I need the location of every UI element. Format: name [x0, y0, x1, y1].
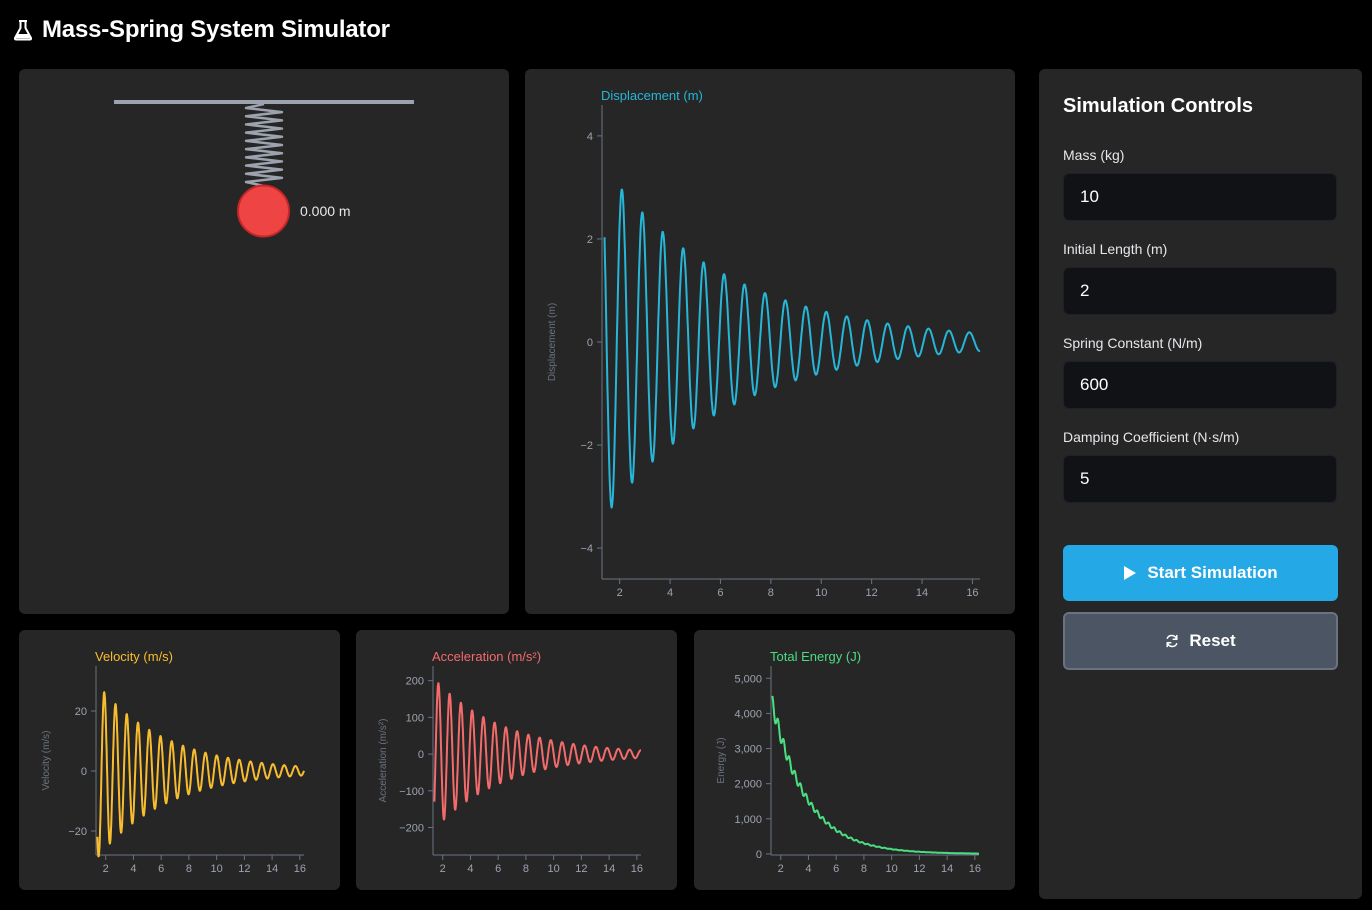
x-tick-label: 6 — [158, 863, 164, 875]
x-tick-label: 14 — [916, 587, 928, 599]
mass-input[interactable] — [1063, 173, 1337, 221]
x-tick-label: 2 — [103, 863, 109, 875]
y-tick-label: 5,000 — [734, 673, 762, 685]
play-icon — [1124, 566, 1137, 580]
reset-button[interactable]: Reset — [1063, 612, 1338, 670]
y-tick-label: −2 — [580, 440, 593, 452]
energy-chart-panel: Total Energy (J) Energy (J) 0 1,000 2,000 3,0… — [694, 630, 1015, 890]
x-tick-label: 2 — [617, 587, 623, 599]
y-tick-label: 0 — [418, 749, 424, 761]
x-tick-label: 10 — [211, 863, 223, 875]
y-tick-label: 0 — [81, 766, 87, 778]
y-tick-label: 20 — [75, 706, 87, 718]
displacement-readout: 0.000 m — [300, 203, 351, 219]
y-axis-label: Energy (J) — [716, 737, 727, 783]
x-tick-label: 6 — [833, 863, 839, 875]
acceleration-chart-panel: Acceleration (m/s²) Acceleration (m/s²) −2… — [356, 630, 677, 890]
initial-length-input[interactable] — [1063, 267, 1337, 315]
x-tick-label: 4 — [467, 863, 473, 875]
y-tick-label: 0 — [756, 849, 762, 861]
x-tick-label: 6 — [495, 863, 501, 875]
x-tick-label: 16 — [969, 863, 981, 875]
mass-ball[interactable] — [237, 184, 290, 238]
reset-label: Reset — [1189, 631, 1236, 650]
controls-heading: Simulation Controls — [1063, 95, 1253, 117]
animation-panel: 0.000 m — [19, 69, 509, 614]
series-line — [433, 682, 642, 821]
x-tick-label: 8 — [523, 863, 529, 875]
x-tick-label: 2 — [778, 863, 784, 875]
x-tick-label: 12 — [866, 587, 878, 599]
chart-title: Acceleration (m/s²) — [432, 649, 541, 664]
refresh-icon — [1166, 634, 1178, 648]
y-tick-label: 4 — [587, 131, 593, 143]
simulation-controls-panel: Simulation Controls Mass (kg) Initial Le… — [1039, 69, 1362, 899]
y-axis-label: Velocity (m/s) — [41, 730, 52, 790]
spring-constant-label: Spring Constant (N/m) — [1063, 335, 1203, 351]
y-tick-label: 4,000 — [734, 708, 762, 720]
spring-coil — [244, 102, 284, 188]
x-tick-label: 16 — [631, 863, 643, 875]
x-tick-label: 14 — [941, 863, 953, 875]
y-tick-label: 200 — [406, 676, 424, 688]
x-tick-label: 16 — [966, 587, 978, 599]
y-axis-label: Acceleration (m/s²) — [378, 719, 389, 803]
chart-title: Displacement (m) — [601, 88, 703, 103]
y-tick-label: 3,000 — [734, 744, 762, 756]
spring-animation: 0.000 m — [114, 100, 414, 238]
start-simulation-label: Start Simulation — [1147, 563, 1278, 582]
series-line — [96, 691, 305, 858]
x-tick-label: 8 — [186, 863, 192, 875]
initial-length-label: Initial Length (m) — [1063, 241, 1168, 257]
energy-chart: Total Energy (J) Energy (J) 0 1,000 2,000 3,0… — [716, 649, 981, 875]
x-tick-label: 10 — [548, 863, 560, 875]
x-tick-label: 14 — [603, 863, 615, 875]
x-tick-label: 12 — [913, 863, 925, 875]
app-title-text: Mass-Spring System Simulator — [42, 16, 390, 43]
displacement-chart: Displacement (m) Displacement (m) −4 −2 0 2 4 2… — [547, 88, 981, 599]
x-tick-label: 8 — [861, 863, 867, 875]
acceleration-chart: Acceleration (m/s²) Acceleration (m/s²) −2… — [378, 649, 643, 875]
x-tick-label: 4 — [130, 863, 136, 875]
spring-constant-input[interactable] — [1063, 361, 1337, 409]
x-tick-label: 4 — [667, 587, 673, 599]
y-axis-label: Displacement (m) — [547, 303, 558, 381]
app-title: Mass-Spring System Simulator — [12, 14, 390, 46]
series-line — [771, 695, 980, 855]
y-tick-label: 0 — [587, 337, 593, 349]
damping-label: Damping Coefficient (N·s/m) — [1063, 429, 1240, 445]
y-tick-label: 2,000 — [734, 779, 762, 791]
x-tick-label: 10 — [815, 587, 827, 599]
flask-icon — [13, 20, 33, 41]
x-tick-label: 4 — [805, 863, 811, 875]
x-tick-label: 8 — [768, 587, 774, 599]
x-tick-label: 12 — [575, 863, 587, 875]
start-simulation-button[interactable]: Start Simulation — [1063, 545, 1338, 601]
x-tick-label: 16 — [294, 863, 306, 875]
x-tick-label: 14 — [266, 863, 278, 875]
mass-label: Mass (kg) — [1063, 147, 1125, 163]
chart-title: Total Energy (J) — [770, 649, 861, 664]
y-tick-label: −20 — [68, 826, 87, 838]
x-tick-label: 2 — [440, 863, 446, 875]
velocity-chart: Velocity (m/s) Velocity (m/s) −20 0 20 2 4 6 8 10… — [41, 649, 306, 875]
y-tick-label: −100 — [399, 786, 424, 798]
series-line — [603, 188, 981, 509]
displacement-chart-panel: Displacement (m) Displacement (m) −4 −2 0 2 4 2… — [525, 69, 1015, 614]
velocity-chart-panel: Velocity (m/s) Velocity (m/s) −20 0 20 2 4 6 8 10… — [19, 630, 340, 890]
damping-input[interactable] — [1063, 455, 1337, 503]
x-tick-label: 10 — [886, 863, 898, 875]
y-tick-label: 100 — [406, 712, 424, 724]
x-tick-label: 6 — [717, 587, 723, 599]
y-tick-label: −4 — [580, 543, 593, 555]
y-tick-label: 2 — [587, 234, 593, 246]
chart-title: Velocity (m/s) — [95, 649, 173, 664]
x-tick-label: 12 — [238, 863, 250, 875]
y-tick-label: 1,000 — [734, 814, 762, 826]
y-tick-label: −200 — [399, 822, 424, 834]
